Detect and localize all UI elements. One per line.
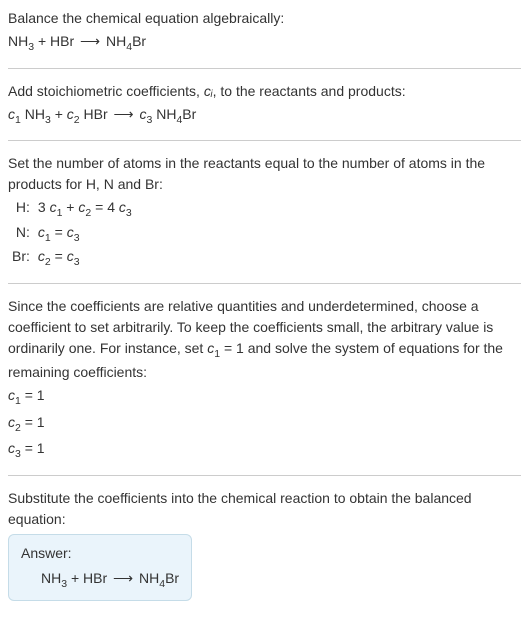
section-solve: Since the coefficients are relative quan… — [8, 296, 521, 476]
coefficient-equation: c1 NH3 + c2 HBr ⟶ c3 NH4Br — [8, 104, 521, 129]
atom-label: H: — [8, 197, 34, 222]
table-row: Br: c2 = c3 — [8, 246, 136, 271]
section-substitute: Substitute the coefficients into the che… — [8, 488, 521, 614]
answer-box: Answer: NH3 + HBr ⟶ NH4Br — [8, 534, 192, 602]
section-coefficients: Add stoichiometric coefficients, cᵢ, to … — [8, 81, 521, 142]
section-title: Add stoichiometric coefficients, cᵢ, to … — [8, 81, 521, 102]
solution-line: c2 = 1 — [8, 412, 521, 437]
atom-equation: c1 = c3 — [34, 222, 136, 247]
section-title: Balance the chemical equation algebraica… — [8, 8, 521, 29]
section-title: Substitute the coefficients into the che… — [8, 488, 521, 530]
atom-equation: c2 = c3 — [34, 246, 136, 271]
solution-line: c1 = 1 — [8, 385, 521, 410]
atom-equation: 3 c1 + c2 = 4 c3 — [34, 197, 136, 222]
answer-equation: NH3 + HBr ⟶ NH4Br — [21, 568, 179, 593]
section-balance: Balance the chemical equation algebraica… — [8, 8, 521, 69]
atom-equation-table: H: 3 c1 + c2 = 4 c3 N: c1 = c3 Br: c2 = … — [8, 197, 136, 271]
atom-label: N: — [8, 222, 34, 247]
section-atoms: Set the number of atoms in the reactants… — [8, 153, 521, 284]
answer-label: Answer: — [21, 543, 179, 564]
chemical-equation: NH3 + HBr ⟶ NH4Br — [8, 31, 521, 56]
section-text: Since the coefficients are relative quan… — [8, 296, 521, 384]
table-row: H: 3 c1 + c2 = 4 c3 — [8, 197, 136, 222]
atom-label: Br: — [8, 246, 34, 271]
solution-line: c3 = 1 — [8, 438, 521, 463]
table-row: N: c1 = c3 — [8, 222, 136, 247]
section-title: Set the number of atoms in the reactants… — [8, 153, 521, 195]
